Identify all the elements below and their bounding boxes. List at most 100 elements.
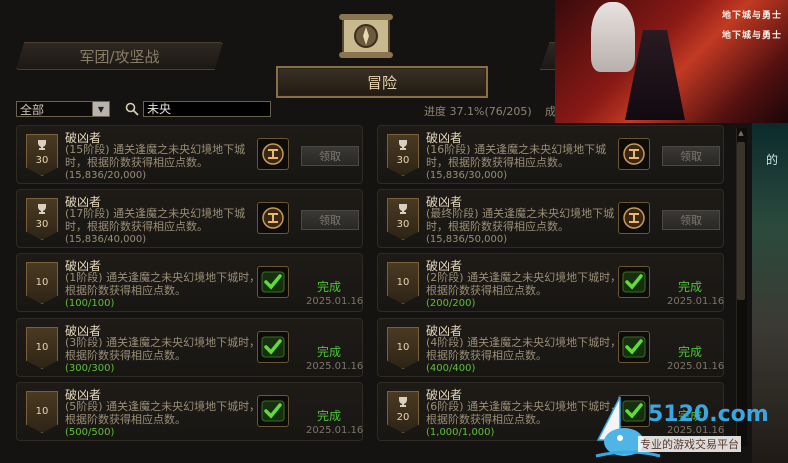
- reward-slot[interactable]: [257, 202, 289, 234]
- reward-slot[interactable]: [618, 138, 650, 170]
- achievement-description: (1阶段) 通关逢魔之未央幻境地下城时，根据阶数获得相应点数。: [65, 271, 261, 297]
- achievement-card: 10 破凶者 (1阶段) 通关逢魔之未央幻境地下城时，根据阶数获得相应点数。 (100…: [16, 253, 363, 312]
- reward-slot[interactable]: [618, 331, 650, 363]
- achievement-card: 30 破凶者 (15阶段) 通关逢魔之未央幻境地下城时，根据阶数获得相应点数。 (15…: [16, 125, 363, 184]
- ad-logo-1: 地下城与勇士: [721, 11, 782, 21]
- badge-points: 30: [396, 155, 410, 166]
- claim-button[interactable]: 领取: [662, 210, 720, 230]
- reward-slot[interactable]: [618, 266, 650, 298]
- checkmark-icon: [622, 336, 646, 358]
- achievement-description: (2阶段) 通关逢魔之未央幻境地下城时，根据阶数获得相应点数。: [426, 271, 622, 297]
- checkmark-icon: [261, 271, 285, 293]
- chevron-down-icon[interactable]: ▼: [92, 102, 109, 116]
- reward-emblem-icon: [623, 143, 645, 165]
- achievement-progress: (200/200): [426, 298, 476, 309]
- status-complete: 完成: [678, 345, 703, 359]
- points-badge: 10: [26, 262, 58, 304]
- achievement-progress: (15,836/30,000): [426, 170, 508, 181]
- completion-date: 2025.01.16: [306, 425, 364, 436]
- points-badge: 10: [387, 262, 419, 304]
- achievement-card: 10 破凶者 (4阶段) 通关逢魔之未央幻境地下城时，根据阶数获得相应点数。 (400…: [377, 318, 724, 377]
- trophy-icon: [399, 140, 407, 150]
- achievement-progress: (15,836/20,000): [65, 170, 147, 181]
- achievement-card: 30 破凶者 (16阶段) 通关逢魔之未央幻境地下城时，根据阶数获得相应点数。 (15…: [377, 125, 724, 184]
- reward-emblem-icon: [623, 207, 645, 229]
- trophy-icon: [38, 204, 46, 214]
- claim-button[interactable]: 领取: [662, 146, 720, 166]
- watermark-slogan: 专业的游戏交易平台: [638, 436, 741, 452]
- achievement-description: (4阶段) 通关逢魔之未央幻境地下城时，根据阶数获得相应点数。: [426, 336, 622, 362]
- achievement-description: (17阶段) 通关逢魔之未央幻境地下城时，根据阶数获得相应点数。: [65, 207, 246, 233]
- scroll-compass-icon: [339, 14, 393, 58]
- points-badge: 10: [26, 327, 58, 369]
- achievement-progress: (500/500): [65, 427, 115, 438]
- ad-banner[interactable]: 地下城与勇士 地下城与勇士: [555, 0, 788, 123]
- achievement-description: (3阶段) 通关逢魔之未央幻境地下城时，根据阶数获得相应点数。: [65, 336, 261, 362]
- tab-legion-siege[interactable]: 军团/攻坚战: [16, 42, 223, 70]
- completion-date: 2025.01.16: [667, 361, 725, 372]
- trophy-icon: [399, 204, 407, 214]
- achievement-progress: (400/400): [426, 363, 476, 374]
- points-badge: 10: [387, 327, 419, 369]
- reward-slot[interactable]: [257, 331, 289, 363]
- category-select-value: 全部: [20, 102, 45, 117]
- watermark-site: 5120.com: [648, 402, 769, 427]
- status-complete: 完成: [678, 280, 703, 294]
- achievement-description: (16阶段) 通关逢魔之未央幻境地下城时，根据阶数获得相应点数。: [426, 143, 607, 169]
- achievement-progress: (100/100): [65, 298, 115, 309]
- badge-points: 10: [396, 277, 410, 288]
- side-strip-text: 的: [766, 153, 779, 167]
- achievement-description: (15阶段) 通关逢魔之未央幻境地下城时，根据阶数获得相应点数。: [65, 143, 246, 169]
- claim-button[interactable]: 领取: [301, 210, 359, 230]
- points-badge: 30: [387, 198, 419, 240]
- reward-slot[interactable]: [257, 266, 289, 298]
- checkmark-icon: [261, 400, 285, 422]
- scrollbar-thumb[interactable]: [737, 142, 745, 300]
- points-badge: 30: [387, 134, 419, 176]
- achievement-card: 10 破凶者 (2阶段) 通关逢魔之未央幻境地下城时，根据阶数获得相应点数。 (200…: [377, 253, 724, 312]
- tab-adventure[interactable]: 冒险: [276, 66, 488, 98]
- achievement-progress: (300/300): [65, 363, 115, 374]
- completion-date: 2025.01.16: [306, 361, 364, 372]
- trophy-icon: [399, 397, 407, 407]
- reward-slot[interactable]: [618, 202, 650, 234]
- progress-text: 进度 37.1%(76/205): [424, 105, 532, 118]
- points-badge: 20: [387, 391, 419, 433]
- claim-button[interactable]: 领取: [301, 146, 359, 166]
- badge-points: 10: [396, 342, 410, 353]
- category-select[interactable]: 全部 ▼: [16, 101, 110, 117]
- achievement-progress: (15,836/50,000): [426, 234, 508, 245]
- badge-points: 10: [35, 342, 49, 353]
- points-badge: 10: [26, 391, 58, 433]
- checkmark-icon: [622, 271, 646, 293]
- achievement-description: (最终阶段) 通关逢魔之未央幻境地下城时，根据阶数获得相应点数。: [426, 207, 615, 233]
- reward-slot[interactable]: [257, 138, 289, 170]
- badge-points: 30: [35, 219, 49, 230]
- scroll-up-icon[interactable]: ▲: [737, 129, 745, 139]
- badge-points: 30: [35, 155, 49, 166]
- badge-points: 30: [396, 219, 410, 230]
- tab-legion-siege-label: 军团/攻坚战: [79, 47, 160, 66]
- status-complete: 完成: [317, 409, 342, 423]
- search-icon: [125, 102, 139, 116]
- trophy-icon: [38, 140, 46, 150]
- badge-points: 20: [396, 412, 410, 423]
- badge-points: 10: [35, 277, 49, 288]
- badge-points: 10: [35, 406, 49, 417]
- reward-slot[interactable]: [257, 395, 289, 427]
- achievement-card: 30 破凶者 (最终阶段) 通关逢魔之未央幻境地下城时，根据阶数获得相应点数。 (15…: [377, 189, 724, 248]
- ad-character-figure: [591, 2, 635, 72]
- search-input[interactable]: 未央: [143, 101, 271, 117]
- achievement-card: 30 破凶者 (17阶段) 通关逢魔之未央幻境地下城时，根据阶数获得相应点数。 (15…: [16, 189, 363, 248]
- points-badge: 30: [26, 198, 58, 240]
- completion-date: 2025.01.16: [306, 296, 364, 307]
- checkmark-icon: [261, 336, 285, 358]
- points-badge: 30: [26, 134, 58, 176]
- achievement-card: 10 破凶者 (3阶段) 通关逢魔之未央幻境地下城时，根据阶数获得相应点数。 (300…: [16, 318, 363, 377]
- status-complete: 完成: [317, 345, 342, 359]
- achievement-progress: (15,836/40,000): [65, 234, 147, 245]
- ad-logo-2: 地下城与勇士: [721, 31, 782, 41]
- reward-emblem-icon: [262, 143, 284, 165]
- achievement-progress: (1,000/1,000): [426, 427, 495, 438]
- achievement-card: 10 破凶者 (5阶段) 通关逢魔之未央幻境地下城时，根据阶数获得相应点数。 (500…: [16, 382, 363, 441]
